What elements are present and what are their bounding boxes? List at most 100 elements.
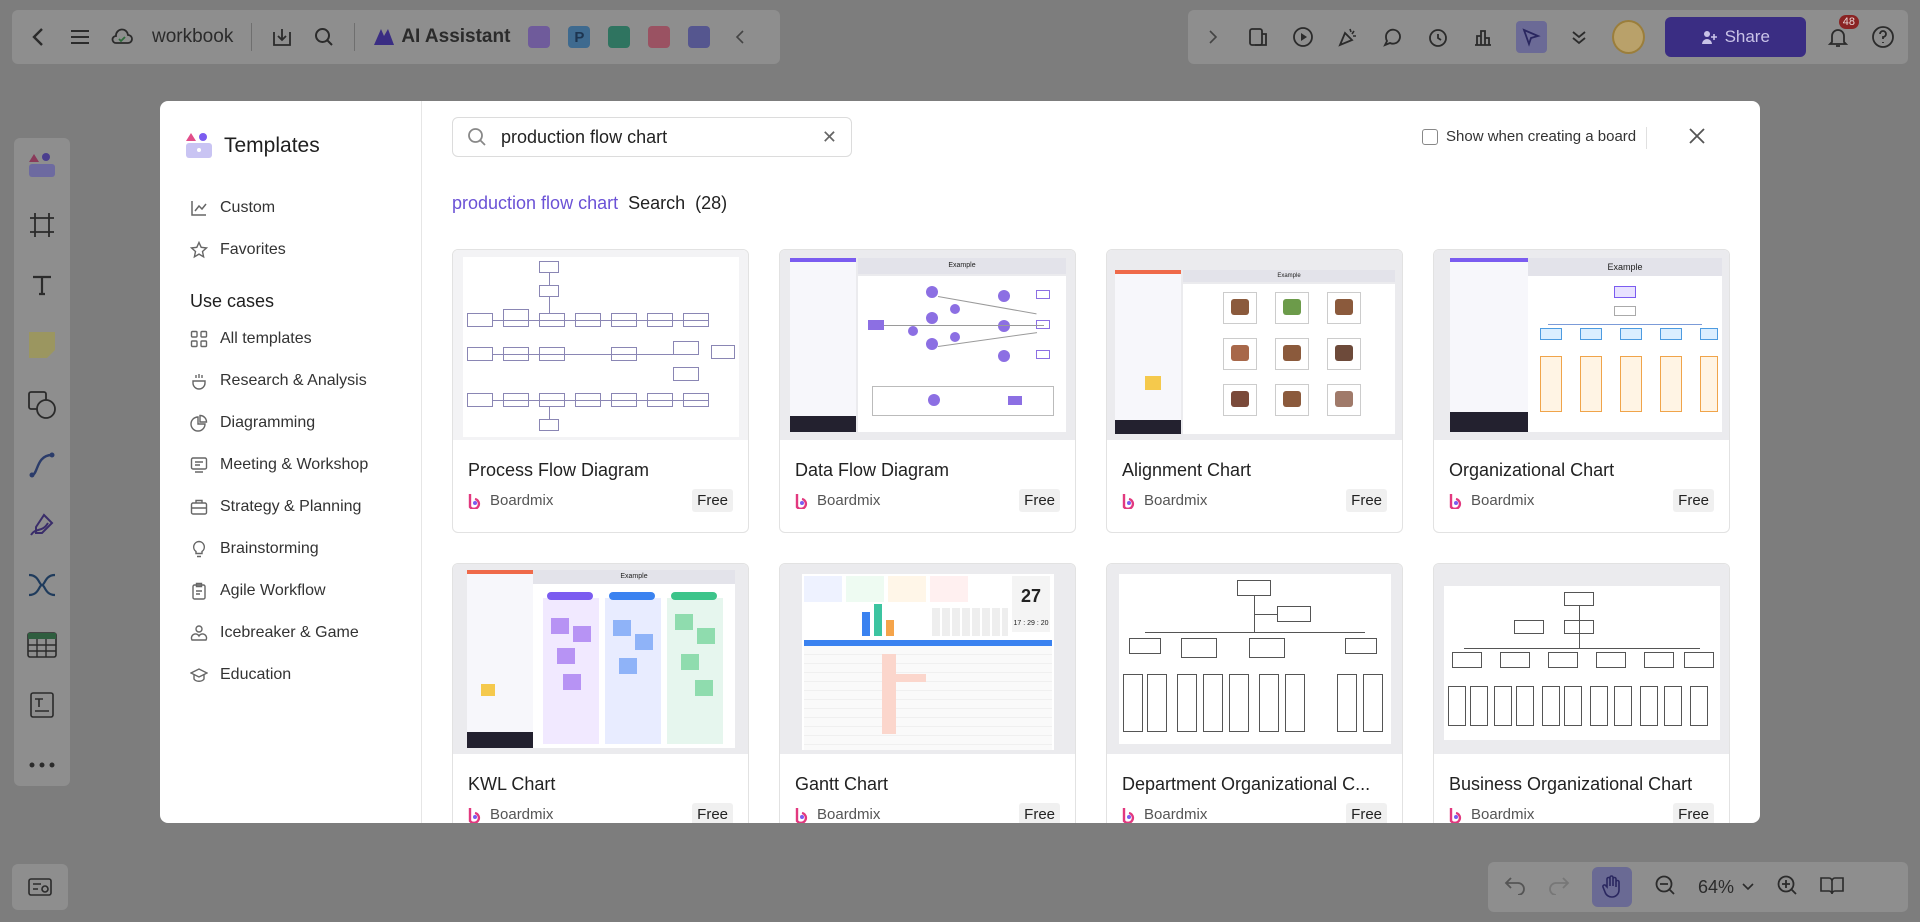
grid-icon xyxy=(190,330,208,348)
sidebar-item-label: Diagramming xyxy=(220,414,316,431)
board-title[interactable]: workbook xyxy=(152,26,233,48)
template-footer: Boardmix Free xyxy=(780,803,1075,823)
frame-tool-icon[interactable] xyxy=(25,208,59,242)
document-tool-icon[interactable] xyxy=(25,688,59,722)
template-author: Boardmix xyxy=(795,492,880,509)
template-thumbnail: Example xyxy=(1107,250,1402,440)
template-card[interactable]: Process Flow Diagram Boardmix Free xyxy=(452,249,749,533)
hand-tool-icon[interactable] xyxy=(1592,867,1632,907)
template-author: Boardmix xyxy=(1449,492,1534,509)
doc-sidebar-preview xyxy=(467,570,533,748)
text-tool-icon[interactable] xyxy=(25,268,59,302)
template-card[interactable]: Example Alignment Chart Boardmix Free xyxy=(1106,249,1403,533)
sidebar-item-all-templates[interactable]: All templates xyxy=(184,318,397,360)
table-tool-icon[interactable] xyxy=(25,628,59,662)
meeting-icon xyxy=(190,457,208,473)
search-input[interactable] xyxy=(501,126,808,148)
notification-bell-icon[interactable]: 48 xyxy=(1826,15,1860,50)
data-flow-preview xyxy=(858,276,1066,432)
search-icon[interactable] xyxy=(312,25,336,49)
help-icon[interactable] xyxy=(1871,24,1896,50)
clear-search-icon[interactable]: ✕ xyxy=(822,127,837,148)
sidebar-item-strategy-planning[interactable]: Strategy & Planning xyxy=(184,486,397,528)
template-footer: Boardmix Free xyxy=(453,489,748,512)
price-badge: Free xyxy=(1673,803,1714,823)
sidebar-item-label: Custom xyxy=(220,199,276,216)
redo-icon[interactable] xyxy=(1548,875,1570,900)
zoom-in-icon[interactable] xyxy=(1776,874,1798,901)
presentation-app-icon[interactable]: P xyxy=(568,26,591,48)
template-card[interactable]: 27 17 : 29 : 20 Gantt Chart Boardmix Fre… xyxy=(779,563,1076,823)
template-footer: Boardmix Free xyxy=(1107,803,1402,823)
template-title: Data Flow Diagram xyxy=(795,460,950,480)
more-chevron-icon[interactable] xyxy=(1567,24,1592,50)
expand-chevron-icon[interactable] xyxy=(1200,24,1225,50)
sidebar-item-custom[interactable]: Custom xyxy=(184,187,397,229)
sidebar-item-label: Agile Workflow xyxy=(220,582,326,599)
show-when-creating-toggle[interactable]: Show when creating a board xyxy=(1422,128,1636,145)
doc-sidebar-preview xyxy=(790,258,856,432)
more-tools-icon[interactable] xyxy=(25,748,59,782)
menu-icon[interactable] xyxy=(68,25,92,49)
briefcase-icon xyxy=(190,499,208,515)
minimap-book-icon[interactable] xyxy=(1820,875,1844,900)
comment-icon[interactable] xyxy=(1380,24,1405,50)
results-query: production flow chart xyxy=(452,193,619,213)
author-name: Boardmix xyxy=(817,806,881,823)
sticky-note-tool-icon[interactable] xyxy=(25,328,59,362)
show-when-creating-checkbox[interactable] xyxy=(1422,128,1438,145)
download-icon[interactable] xyxy=(270,25,294,49)
image-app-icon[interactable] xyxy=(528,26,551,48)
sidebar-item-label: Favorites xyxy=(220,241,286,258)
close-icon[interactable] xyxy=(1688,125,1706,151)
back-icon[interactable] xyxy=(26,25,50,49)
template-footer: Boardmix Free xyxy=(453,803,748,823)
sidebar-item-diagramming[interactable]: Diagramming xyxy=(184,402,397,444)
ai-assistant-button[interactable]: AI Assistant xyxy=(373,26,510,48)
sidebar-item-brainstorming[interactable]: Brainstorming xyxy=(184,528,397,570)
example-label: Example xyxy=(533,570,735,584)
template-footer: Boardmix Free xyxy=(1434,489,1729,512)
shape-tool-icon[interactable] xyxy=(25,388,59,422)
people-icon xyxy=(190,625,208,641)
sidebar-item-agile-workflow[interactable]: Agile Workflow xyxy=(184,570,397,612)
vote-icon[interactable] xyxy=(1471,24,1496,50)
zoom-out-icon[interactable] xyxy=(1654,874,1676,901)
mindmap-tool-icon[interactable] xyxy=(25,568,59,602)
template-title: Gantt Chart xyxy=(795,774,889,794)
template-title: Business Organizational Chart xyxy=(1449,774,1693,794)
template-card[interactable]: Example xyxy=(452,563,749,823)
sidebar-item-label: Icebreaker & Game xyxy=(220,624,359,641)
mindmap-app-icon[interactable] xyxy=(608,26,631,48)
boardmix-logo-icon xyxy=(468,807,481,823)
connector-tool-icon[interactable] xyxy=(25,448,59,482)
flowchart-app-icon[interactable] xyxy=(648,26,671,48)
user-avatar[interactable] xyxy=(1611,20,1645,54)
sidebar-item-icebreaker-game[interactable]: Icebreaker & Game xyxy=(184,612,397,654)
celebrate-icon[interactable] xyxy=(1335,24,1360,50)
sidebar-item-education[interactable]: Education xyxy=(184,654,397,696)
org-chart-preview xyxy=(1528,276,1722,432)
ai-assistant-label: AI Assistant xyxy=(401,26,511,47)
templates-header: Templates xyxy=(184,131,397,161)
template-card[interactable]: Example xyxy=(1433,249,1730,533)
share-button[interactable]: Share xyxy=(1664,17,1806,57)
undo-icon[interactable] xyxy=(1504,875,1526,900)
collapse-chevron-icon[interactable] xyxy=(728,25,752,49)
pen-tool-icon[interactable] xyxy=(25,508,59,542)
sidebar-item-meeting-workshop[interactable]: Meeting & Workshop xyxy=(184,444,397,486)
zoom-select[interactable]: 64% xyxy=(1698,877,1754,898)
sidebar-item-research-analysis[interactable]: Research & Analysis xyxy=(184,360,397,402)
board-settings-button[interactable] xyxy=(12,864,68,910)
template-card[interactable]: Business Organizational Chart Boardmix F… xyxy=(1433,563,1730,823)
timer-icon[interactable] xyxy=(1426,24,1451,50)
template-card[interactable]: Example xyxy=(779,249,1076,533)
template-card[interactable]: Department Organizational C... Boardmix … xyxy=(1106,563,1403,823)
templates-tool-icon[interactable] xyxy=(25,148,59,182)
present-icon[interactable] xyxy=(1245,24,1270,50)
show-when-creating-label: Show when creating a board xyxy=(1446,128,1637,145)
sidebar-item-favorites[interactable]: Favorites xyxy=(184,229,397,271)
play-icon[interactable] xyxy=(1290,24,1315,50)
chat-app-icon[interactable] xyxy=(688,26,711,48)
follow-cursor-icon[interactable] xyxy=(1515,21,1547,53)
